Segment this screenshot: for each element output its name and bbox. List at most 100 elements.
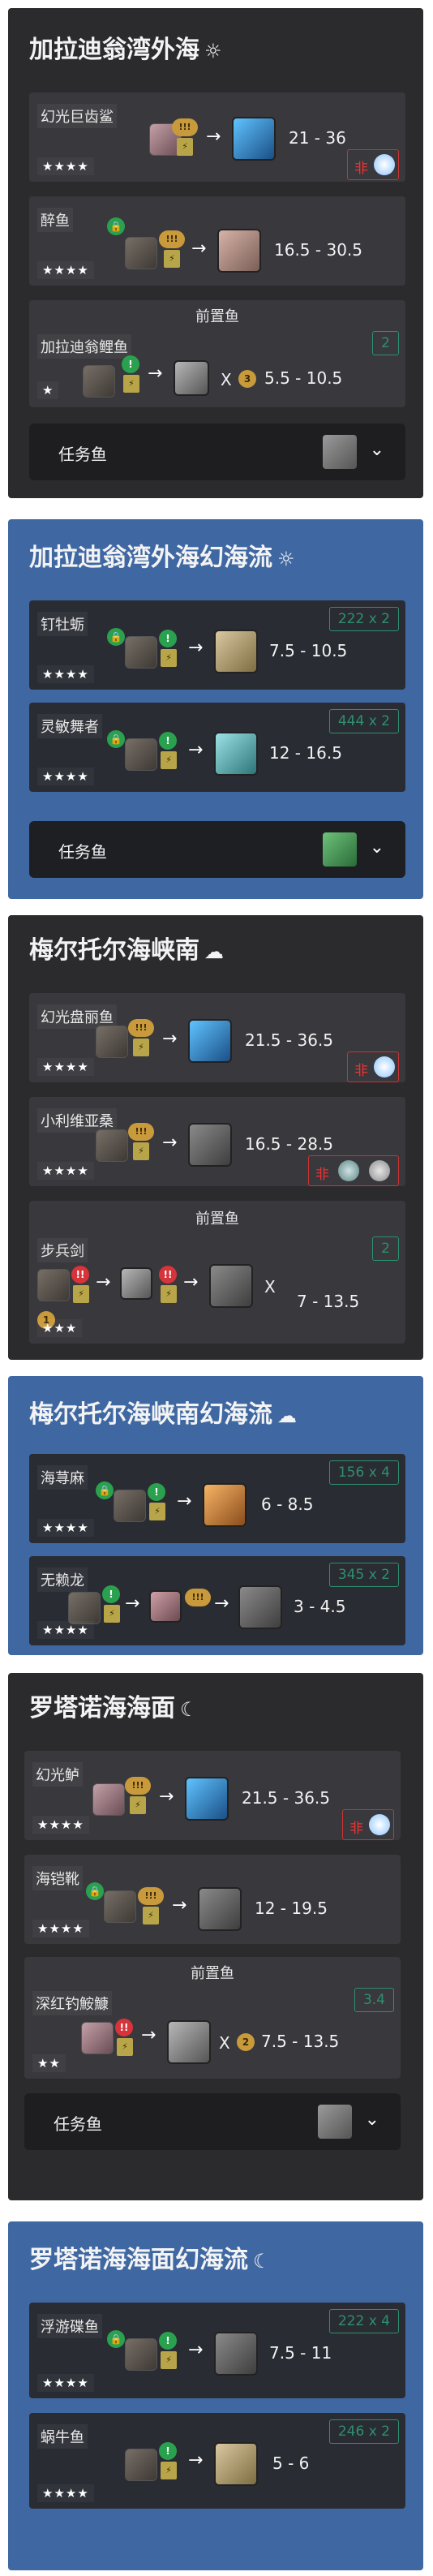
task-fish-label: 任务鱼 xyxy=(58,445,107,464)
section-title: 梅尔托尔海峡南 ☁ xyxy=(29,936,224,965)
fish-name: 深红钓鮟鱇 xyxy=(32,1991,112,2015)
fish-icon[interactable] xyxy=(167,2020,211,2064)
section-rhotano-spectral: 罗塔诺海海面幻海流 ☾ 浮游碟鱼 🔒 ! ⚡ → 7.5 - 11 222 x 4… xyxy=(8,2221,423,2570)
fish-card[interactable]: 小利维亚桑 !!! ⚡ → 16.5 - 28.5 非 ★★★★ xyxy=(29,1097,405,1186)
fish-name: 加拉迪翁鲤鱼 xyxy=(37,334,131,359)
fish-card[interactable]: 海铠靴 🔒 !!! ⚡ → 12 - 19.5 ★★★★ xyxy=(24,1855,401,1944)
fish-name: 步兵剑 xyxy=(37,1238,88,1262)
fish-card[interactable]: 浮游碟鱼 🔒 ! ⚡ → 7.5 - 11 222 x 4 ★★★★ xyxy=(29,2303,405,2398)
chevron-down-icon[interactable]: ⌄ xyxy=(365,2109,379,2130)
bait-icon[interactable] xyxy=(125,636,157,669)
fish-icon[interactable] xyxy=(238,1585,282,1629)
fish-icon[interactable] xyxy=(214,2442,258,2486)
bait-icon[interactable] xyxy=(83,365,115,398)
hookset-icon: ⚡ xyxy=(133,1142,149,1160)
hook-strength-badge: !!! xyxy=(172,118,198,136)
cloud-icon: ☁ xyxy=(277,1404,297,1427)
fish-name: 海铠靴 xyxy=(32,1866,83,1890)
fish-icon[interactable] xyxy=(188,1019,232,1063)
hookset-icon: ⚡ xyxy=(161,2462,177,2479)
hookset-icon: ⚡ xyxy=(164,250,180,268)
fish-name: 幻光巨齿鲨 xyxy=(37,104,117,128)
task-fish-dropdown[interactable]: 任务鱼 ⌄ xyxy=(29,424,405,480)
hookset-icon: ⚡ xyxy=(149,1503,165,1520)
fish-icon[interactable] xyxy=(214,630,258,673)
bait-icon[interactable] xyxy=(96,1026,128,1058)
difficulty-stars: ★★★ xyxy=(37,1319,83,1337)
lock-icon: 🔒 xyxy=(107,730,125,748)
difficulty-stars: ★★★★ xyxy=(32,1920,89,1937)
weather-exclusion-tag: 非 xyxy=(347,149,399,180)
lock-icon: 🔒 xyxy=(107,2330,125,2348)
fish-icon[interactable] xyxy=(174,360,209,396)
chevron-down-icon[interactable]: ⌄ xyxy=(370,440,384,460)
hook-strength-badge: ! xyxy=(159,2442,177,2460)
fish-name: 钉牡蛎 xyxy=(37,612,88,636)
fish-card[interactable]: 蜗牛鱼 ! ⚡ → 5 - 6 246 x 2 ★★★★ xyxy=(29,2413,405,2509)
bait-icon[interactable] xyxy=(125,2449,157,2481)
hook-strength-badge: !! xyxy=(115,2019,133,2036)
weather-exclusion-tag: 非 xyxy=(342,1809,394,1840)
fish-card[interactable]: 海荨麻 🔒 ! ⚡ → 6 - 8.5 156 x 4 ★★★★ xyxy=(29,1454,405,1543)
fish-icon[interactable] xyxy=(217,229,261,273)
bait-icon[interactable] xyxy=(104,1890,136,1923)
bite-time-range: 12 - 19.5 xyxy=(255,1899,328,1918)
task-fish-label: 任务鱼 xyxy=(54,2114,102,2134)
intermediate-fish-icon[interactable] xyxy=(120,1267,152,1300)
hook-strength-badge: !!! xyxy=(128,1019,154,1037)
fish-card[interactable]: 灵敏舞者 🔒 ! ⚡ → 12 - 16.5 444 x 2 ★★★★ xyxy=(29,703,405,792)
task-fish-dropdown[interactable]: 任务鱼 ⌄ xyxy=(29,821,405,878)
bait-icon[interactable] xyxy=(125,237,157,269)
required-count: 444 x 2 xyxy=(328,709,399,733)
bite-time-range: 5.5 - 10.5 xyxy=(264,368,343,388)
bait-icon[interactable] xyxy=(114,1490,146,1522)
intermediate-fish-icon[interactable] xyxy=(149,1590,182,1623)
fish-icon[interactable] xyxy=(214,732,258,776)
task-fish-icon xyxy=(323,435,357,469)
section-galadion-bay: 加拉迪翁湾外海 ☼ 幻光巨齿鲨 !!! ⚡ → 21 - 36 非 ★★★★ 醉鱼… xyxy=(8,8,423,498)
fish-card[interactable]: 幻光鲈 !!! ⚡ → 21.5 - 36.5 非 ★★★★ xyxy=(24,1751,401,1840)
prereq-title: 前置鱼 xyxy=(195,308,239,325)
bait-icon[interactable] xyxy=(68,1592,101,1624)
fish-icon[interactable] xyxy=(185,1777,229,1821)
task-fish-dropdown[interactable]: 任务鱼 ⌄ xyxy=(24,2093,401,2150)
sun-icon: ☼ xyxy=(204,40,222,62)
fish-card[interactable]: 钉牡蛎 🔒 ! ⚡ → 7.5 - 10.5 222 x 2 ★★★★ xyxy=(29,600,405,690)
bait-icon[interactable] xyxy=(125,2338,157,2371)
required-count: 246 x 2 xyxy=(328,2419,399,2444)
clear-sky-icon xyxy=(374,154,395,175)
chevron-down-icon[interactable]: ⌄ xyxy=(370,837,384,858)
required-count: 156 x 4 xyxy=(328,1460,399,1485)
bait-icon[interactable] xyxy=(96,1129,128,1162)
arrow-icon: → xyxy=(159,1787,174,1807)
bait-icon[interactable] xyxy=(81,2022,114,2054)
difficulty-stars: ★★★★ xyxy=(37,1058,94,1076)
arrow-icon: → xyxy=(188,740,204,760)
fish-icon[interactable] xyxy=(198,1887,242,1931)
fish-card[interactable]: 幻光巨齿鲨 !!! ⚡ → 21 - 36 非 ★★★★ xyxy=(29,92,405,182)
multiplier-x: X xyxy=(219,2033,230,2053)
bait-icon[interactable] xyxy=(125,738,157,771)
fish-icon[interactable] xyxy=(214,2332,258,2376)
hookset-icon: ⚡ xyxy=(133,1039,149,1056)
fish-icon[interactable] xyxy=(203,1483,247,1527)
lock-icon: 🔒 xyxy=(107,217,125,235)
bait-icon[interactable] xyxy=(37,1269,70,1301)
moon-icon: ☾ xyxy=(253,2250,271,2273)
bait-icon[interactable] xyxy=(92,1783,125,1816)
hookset-icon: ⚡ xyxy=(161,2351,177,2369)
fish-icon[interactable] xyxy=(209,1264,253,1308)
section-galadion-spectral: 加拉迪翁湾外海幻海流 ☼ 钉牡蛎 🔒 ! ⚡ → 7.5 - 10.5 222 x… xyxy=(8,519,423,899)
bite-time-range: 16.5 - 28.5 xyxy=(245,1134,333,1154)
hookset-icon: ⚡ xyxy=(177,138,193,156)
fish-card[interactable]: 醉鱼 🔒 !!! ⚡ → 16.5 - 30.5 ★★★★ xyxy=(29,196,405,286)
fish-icon[interactable] xyxy=(232,117,276,161)
multiplier-x: X xyxy=(221,370,232,389)
difficulty-stars: ★★★★ xyxy=(32,1816,89,1834)
lock-icon: 🔒 xyxy=(86,1882,104,1900)
bite-time-range: 7.5 - 13.5 xyxy=(261,2032,340,2051)
bite-time-range: 21.5 - 36.5 xyxy=(245,1030,333,1050)
fish-card[interactable]: 无赖龙 ! ⚡ → !!! → 3 - 4.5 345 x 2 ★★★★ xyxy=(29,1556,405,1645)
fish-card[interactable]: 幻光盘丽鱼 !!! ⚡ → 21.5 - 36.5 非 ★★★★ xyxy=(29,993,405,1082)
fish-icon[interactable] xyxy=(188,1123,232,1167)
